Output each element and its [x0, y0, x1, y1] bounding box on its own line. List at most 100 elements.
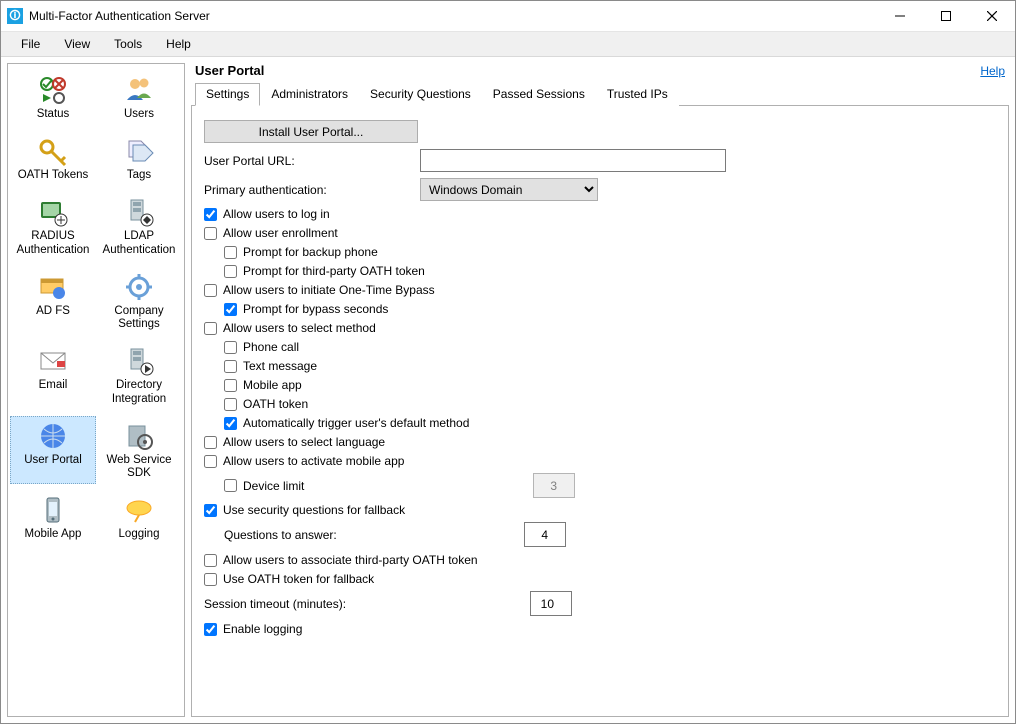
sidebar-item-users[interactable]: Users	[96, 70, 182, 125]
prompt-backup-phone-label: Prompt for backup phone	[243, 245, 378, 259]
directory-icon	[123, 345, 155, 377]
questions-to-answer-label: Questions to answer:	[224, 528, 524, 542]
mobile-app-checkbox[interactable]	[224, 379, 237, 392]
globe-icon	[37, 420, 69, 452]
tab-security-questions[interactable]: Security Questions	[359, 83, 482, 106]
install-user-portal-button[interactable]: Install User Portal...	[204, 120, 418, 143]
sidebar-item-label: Mobile App	[25, 528, 82, 541]
menubar: File View Tools Help	[1, 32, 1015, 57]
sidebar-item-oath-tokens[interactable]: OATH Tokens	[10, 131, 96, 186]
logging-icon	[123, 494, 155, 526]
session-timeout-label: Session timeout (minutes):	[204, 597, 530, 611]
device-limit-checkbox[interactable]	[224, 479, 237, 492]
sidebar-item-web-service-sdk[interactable]: Web Service SDK	[96, 416, 182, 484]
primary-auth-label: Primary authentication:	[204, 183, 420, 197]
sidebar-item-label: Directory Integration	[99, 379, 179, 405]
key-icon	[37, 135, 69, 167]
menu-tools[interactable]: Tools	[104, 35, 152, 53]
page-title: User Portal	[195, 63, 980, 78]
prompt-bypass-seconds-label: Prompt for bypass seconds	[243, 302, 388, 316]
allow-enrollment-label: Allow user enrollment	[223, 226, 338, 240]
main-header: User Portal Help	[191, 63, 1009, 82]
allow-login-checkbox[interactable]	[204, 208, 217, 221]
auto-trigger-checkbox[interactable]	[224, 417, 237, 430]
sidebar-item-label: User Portal	[24, 454, 82, 467]
allow-login-label: Allow users to log in	[223, 207, 330, 221]
url-label: User Portal URL:	[204, 154, 420, 168]
sidebar-item-logging[interactable]: Logging	[96, 490, 182, 545]
mobile-icon	[37, 494, 69, 526]
sidebar-item-mobile-app[interactable]: Mobile App	[10, 490, 96, 545]
text-message-label: Text message	[243, 359, 317, 373]
mobile-app-label: Mobile app	[243, 378, 302, 392]
ldap-icon	[123, 196, 155, 228]
sidebar-item-ldap[interactable]: LDAP Authentication	[96, 192, 182, 260]
prompt-bypass-seconds-checkbox[interactable]	[224, 303, 237, 316]
sidebar-item-email[interactable]: Email	[10, 341, 96, 409]
prompt-third-party-oath-label: Prompt for third-party OATH token	[243, 264, 425, 278]
session-timeout-input[interactable]	[530, 591, 572, 616]
app-window: 🛈 Multi-Factor Authentication Server Fil…	[0, 0, 1016, 724]
prompt-backup-phone-checkbox[interactable]	[224, 246, 237, 259]
sidebar-item-label: Logging	[119, 528, 160, 541]
gear-icon	[123, 271, 155, 303]
sidebar-item-radius[interactable]: RADIUS Authentication	[10, 192, 96, 260]
tab-passed-sessions[interactable]: Passed Sessions	[482, 83, 596, 106]
sidebar-item-status[interactable]: Status	[10, 70, 96, 125]
sidebar-item-label: OATH Tokens	[18, 169, 89, 182]
device-limit-input[interactable]	[533, 473, 575, 498]
menu-view[interactable]: View	[54, 35, 100, 53]
close-button[interactable]	[969, 1, 1015, 31]
sidebar-item-tags[interactable]: Tags	[96, 131, 182, 186]
adfs-icon	[37, 271, 69, 303]
menu-help[interactable]: Help	[156, 35, 201, 53]
use-security-questions-checkbox[interactable]	[204, 504, 217, 517]
allow-select-language-checkbox[interactable]	[204, 436, 217, 449]
tab-trusted-ips[interactable]: Trusted IPs	[596, 83, 679, 106]
sidebar-item-label: LDAP Authentication	[99, 230, 179, 256]
enable-logging-label: Enable logging	[223, 622, 302, 636]
allow-associate-oath-checkbox[interactable]	[204, 554, 217, 567]
phone-call-checkbox[interactable]	[224, 341, 237, 354]
use-oath-fallback-checkbox[interactable]	[204, 573, 217, 586]
allow-bypass-checkbox[interactable]	[204, 284, 217, 297]
use-security-questions-label: Use security questions for fallback	[223, 503, 405, 517]
sidebar-item-label: Web Service SDK	[99, 454, 179, 480]
sidebar-item-label: Status	[37, 108, 70, 121]
minimize-button[interactable]	[877, 1, 923, 31]
help-link[interactable]: Help	[980, 64, 1005, 78]
sdk-icon	[123, 420, 155, 452]
sidebar-item-directory-integration[interactable]: Directory Integration	[96, 341, 182, 409]
sidebar-item-company-settings[interactable]: Company Settings	[96, 267, 182, 335]
allow-activate-mobile-checkbox[interactable]	[204, 455, 217, 468]
allow-enrollment-checkbox[interactable]	[204, 227, 217, 240]
sidebar-item-label: Company Settings	[99, 305, 179, 331]
sidebar-item-user-portal[interactable]: User Portal	[10, 416, 96, 484]
tags-icon	[123, 135, 155, 167]
allow-select-method-checkbox[interactable]	[204, 322, 217, 335]
text-message-checkbox[interactable]	[224, 360, 237, 373]
sidebar-item-label: Tags	[127, 169, 151, 182]
sidebar-item-label: Users	[124, 108, 154, 121]
email-icon	[37, 345, 69, 377]
oath-token-label: OATH token	[243, 397, 308, 411]
oath-token-checkbox[interactable]	[224, 398, 237, 411]
tab-administrators[interactable]: Administrators	[260, 83, 359, 106]
menu-file[interactable]: File	[11, 35, 50, 53]
phone-call-label: Phone call	[243, 340, 299, 354]
questions-to-answer-input[interactable]	[524, 522, 566, 547]
prompt-third-party-oath-checkbox[interactable]	[224, 265, 237, 278]
auto-trigger-label: Automatically trigger user's default met…	[243, 416, 469, 430]
maximize-button[interactable]	[923, 1, 969, 31]
allow-select-method-label: Allow users to select method	[223, 321, 376, 335]
tab-settings[interactable]: Settings	[195, 83, 260, 106]
allow-select-language-label: Allow users to select language	[223, 435, 385, 449]
sidebar-item-adfs[interactable]: AD FS	[10, 267, 96, 335]
window-controls	[877, 1, 1015, 31]
titlebar: 🛈 Multi-Factor Authentication Server	[1, 1, 1015, 32]
sidebar-item-label: AD FS	[36, 305, 70, 318]
enable-logging-checkbox[interactable]	[204, 623, 217, 636]
primary-auth-select[interactable]: Windows Domain	[420, 178, 598, 201]
user-portal-url-input[interactable]	[420, 149, 726, 172]
allow-bypass-label: Allow users to initiate One-Time Bypass	[223, 283, 435, 297]
